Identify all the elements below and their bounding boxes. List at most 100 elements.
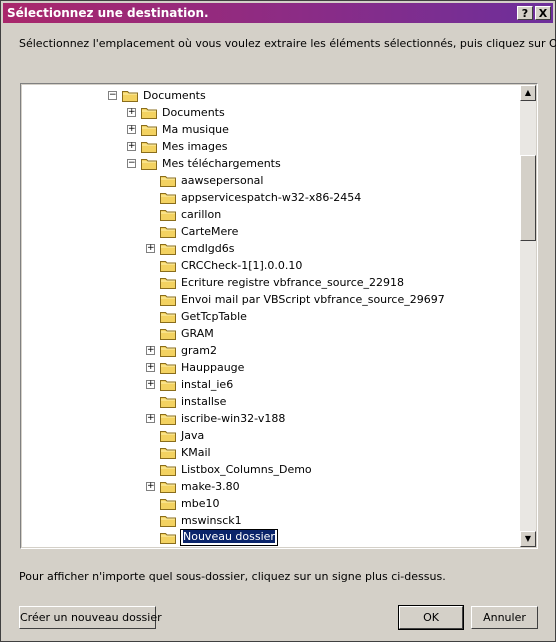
vertical-scrollbar[interactable]: ▲ ▼: [520, 85, 536, 547]
tree-item[interactable]: CRCCheck-1[1].0.0.10: [22, 257, 521, 274]
tree-item[interactable]: + gram2: [22, 342, 521, 359]
tree-item[interactable]: mbe10: [22, 495, 521, 512]
folder-icon: [160, 480, 176, 493]
tree-item-label: Mes images: [162, 140, 228, 153]
tree-item[interactable]: + make-3.80: [22, 478, 521, 495]
tree-item[interactable]: mswinsck1: [22, 512, 521, 529]
folder-icon: [141, 123, 157, 136]
tree-item[interactable]: + Ma musique: [22, 121, 521, 138]
tree-item-label: mswinsck1: [181, 514, 242, 527]
rename-field[interactable]: Nouveau dossier: [180, 529, 278, 546]
folder-icon: [160, 327, 176, 340]
tree-item[interactable]: carillon: [22, 206, 521, 223]
cancel-button[interactable]: Annuler: [471, 606, 538, 629]
expand-plus-icon[interactable]: +: [146, 380, 155, 389]
tree-item-label: Ma musique: [162, 123, 229, 136]
new-folder-button[interactable]: Créer un nouveau dossier: [19, 606, 162, 629]
tree-item[interactable]: + Hauppauge: [22, 359, 521, 376]
tree-item-label: make-3.80: [181, 480, 240, 493]
folder-tree[interactable]: − Documents + Documents + Ma musique + Mes imag…: [22, 85, 521, 547]
folder-icon: [160, 276, 176, 289]
folder-icon: [160, 174, 176, 187]
tree-item[interactable]: Envoi mail par VBScript vbfrance_source_…: [22, 291, 521, 308]
expand-plus-icon[interactable]: +: [127, 108, 136, 117]
expand-plus-icon[interactable]: +: [127, 125, 136, 134]
folder-icon: [160, 242, 176, 255]
folder-icon: [160, 361, 176, 374]
tree-item-label: GRAM: [181, 327, 214, 340]
tree-item-label: Java: [181, 429, 205, 442]
tree-item-label: Hauppauge: [181, 361, 245, 374]
folder-icon: [122, 89, 138, 102]
dialog-window: Sélectionnez une destination. ? X Sélect…: [0, 0, 556, 642]
folder-icon: [160, 531, 176, 544]
tree-item-label: CarteMere: [181, 225, 239, 238]
tree-item[interactable]: installse: [22, 393, 521, 410]
tree-item-label: iscribe-win32-v188: [181, 412, 286, 425]
expand-plus-icon[interactable]: +: [127, 142, 136, 151]
scroll-thumb[interactable]: [520, 155, 536, 241]
expand-plus-icon[interactable]: +: [146, 346, 155, 355]
collapse-minus-icon[interactable]: −: [108, 91, 117, 100]
collapse-minus-icon[interactable]: −: [127, 159, 136, 168]
tree-item-label: Mes téléchargements: [162, 157, 281, 170]
tree-item-label: Listbox_Columns_Demo: [181, 463, 312, 476]
tree-item[interactable]: KMail: [22, 444, 521, 461]
tree-item-label: mbe10: [181, 497, 220, 510]
ok-button[interactable]: OK: [398, 605, 464, 630]
expand-plus-icon[interactable]: +: [146, 244, 155, 253]
folder-icon: [160, 446, 176, 459]
tree-item[interactable]: Listbox_Columns_Demo: [22, 461, 521, 478]
folder-icon: [160, 208, 176, 221]
tree-item[interactable]: Java: [22, 427, 521, 444]
tree-item[interactable]: + iscribe-win32-v188: [22, 410, 521, 427]
tree-item[interactable]: Ecriture registre vbfrance_source_22918: [22, 274, 521, 291]
tree-item-label: appservicespatch-w32-x86-2454: [181, 191, 362, 204]
tree-item-label: Documents: [162, 106, 225, 119]
folder-icon: [160, 191, 176, 204]
tree-item-label: KMail: [181, 446, 211, 459]
expand-plus-icon[interactable]: +: [146, 414, 155, 423]
tree-item-label: installse: [181, 395, 227, 408]
tree-item-label: GetTcpTable: [181, 310, 247, 323]
tree-item[interactable]: GRAM: [22, 325, 521, 342]
folder-icon: [160, 378, 176, 391]
tree-item-label: Documents: [143, 89, 206, 102]
folder-tree-frame: − Documents + Documents + Ma musique + Mes imag…: [20, 83, 538, 549]
tree-item[interactable]: aawsepersonal: [22, 172, 521, 189]
scroll-down-button[interactable]: ▼: [520, 531, 536, 547]
help-button[interactable]: ?: [517, 6, 533, 20]
tree-item-label: Envoi mail par VBScript vbfrance_source_…: [181, 293, 445, 306]
folder-icon: [141, 106, 157, 119]
tree-item-label: Nouveau dossier: [183, 530, 275, 543]
tree-item-label: CRCCheck-1[1].0.0.10: [181, 259, 303, 272]
tree-item[interactable]: + Mes images: [22, 138, 521, 155]
tree-item[interactable]: + cmdlgd6s: [22, 240, 521, 257]
tree-item[interactable]: appservicespatch-w32-x86-2454: [22, 189, 521, 206]
folder-icon: [141, 157, 157, 170]
folder-icon: [160, 497, 176, 510]
folder-icon: [160, 514, 176, 527]
dialog-title: Sélectionnez une destination.: [7, 6, 209, 20]
folder-icon: [160, 225, 176, 238]
title-bar[interactable]: Sélectionnez une destination. ? X: [3, 3, 553, 23]
tree-item[interactable]: − Mes téléchargements: [22, 155, 521, 172]
close-button[interactable]: X: [535, 6, 551, 20]
tree-item[interactable]: − Documents: [22, 87, 521, 104]
scroll-up-button[interactable]: ▲: [520, 85, 536, 101]
tree-item[interactable]: GetTcpTable: [22, 308, 521, 325]
folder-icon: [160, 395, 176, 408]
folder-icon: [160, 429, 176, 442]
expand-plus-icon[interactable]: +: [146, 482, 155, 491]
hint-text: Pour afficher n'importe quel sous-dossie…: [19, 570, 446, 583]
expand-plus-icon[interactable]: +: [146, 363, 155, 372]
tree-item[interactable]: + instal_ie6: [22, 376, 521, 393]
tree-item[interactable]: CarteMere: [22, 223, 521, 240]
tree-item[interactable]: + Documents: [22, 104, 521, 121]
tree-item[interactable]: Nouveau dossier: [22, 529, 521, 546]
instruction-text: Sélectionnez l'emplacement où vous voule…: [19, 37, 556, 50]
tree-item-label: gram2: [181, 344, 217, 357]
tree-item-label: aawsepersonal: [181, 174, 264, 187]
folder-icon: [160, 259, 176, 272]
folder-icon: [160, 310, 176, 323]
